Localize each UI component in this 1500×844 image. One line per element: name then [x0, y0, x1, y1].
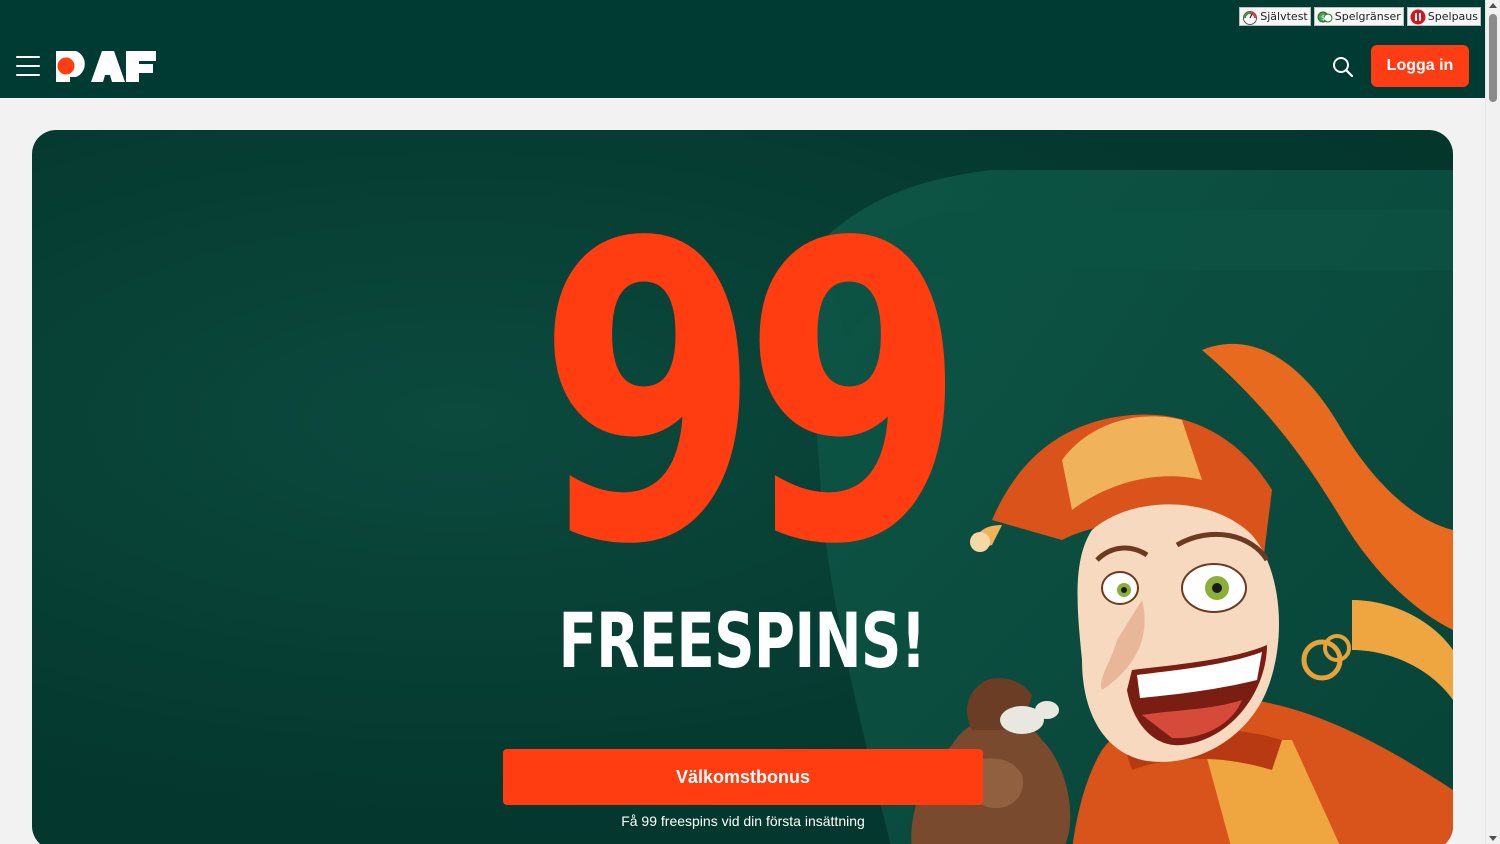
rg-limits-link[interactable]: $ Spelgränser — [1313, 7, 1404, 26]
rg-pause-label: Spelpaus — [1427, 10, 1478, 23]
rg-limits-label: Spelgränser — [1334, 10, 1401, 23]
svg-text:$: $ — [1321, 14, 1325, 22]
rg-selftest-label: Självtest — [1260, 10, 1308, 23]
paf-logo[interactable] — [56, 49, 156, 83]
hero-banner[interactable]: 99 FREESPINS! Välkomstbonus Få 99 freesp… — [32, 130, 1453, 844]
page: Självtest $ Spelgränser Spelpaus Logga i… — [0, 0, 1500, 844]
welcome-bonus-button[interactable]: Välkomstbonus — [503, 749, 983, 805]
limits-icon: $ — [1317, 11, 1333, 22]
search-icon[interactable] — [1331, 55, 1355, 79]
hamburger-menu-icon[interactable] — [16, 56, 40, 76]
responsible-gaming-bar: Självtest $ Spelgränser Spelpaus — [1239, 7, 1481, 26]
scroll-thumb[interactable] — [1489, 14, 1497, 102]
hero-headline-text: FREESPINS! — [558, 595, 926, 685]
rg-pause-link[interactable]: Spelpaus — [1406, 7, 1481, 26]
welcome-bonus-subtext: Få 99 freespins vid din första insättnin… — [621, 813, 865, 829]
login-button[interactable]: Logga in — [1371, 45, 1469, 87]
pause-icon — [1410, 9, 1426, 24]
hero-headline-number: 99 — [537, 156, 966, 634]
rg-selftest-link[interactable]: Självtest — [1239, 7, 1311, 26]
scroll-up-icon[interactable] — [1489, 3, 1497, 8]
site-header: Självtest $ Spelgränser Spelpaus Logga i… — [0, 0, 1485, 98]
scroll-down-icon[interactable] — [1489, 836, 1497, 841]
gauge-icon — [1243, 10, 1258, 25]
page-scrollbar[interactable] — [1485, 0, 1500, 844]
